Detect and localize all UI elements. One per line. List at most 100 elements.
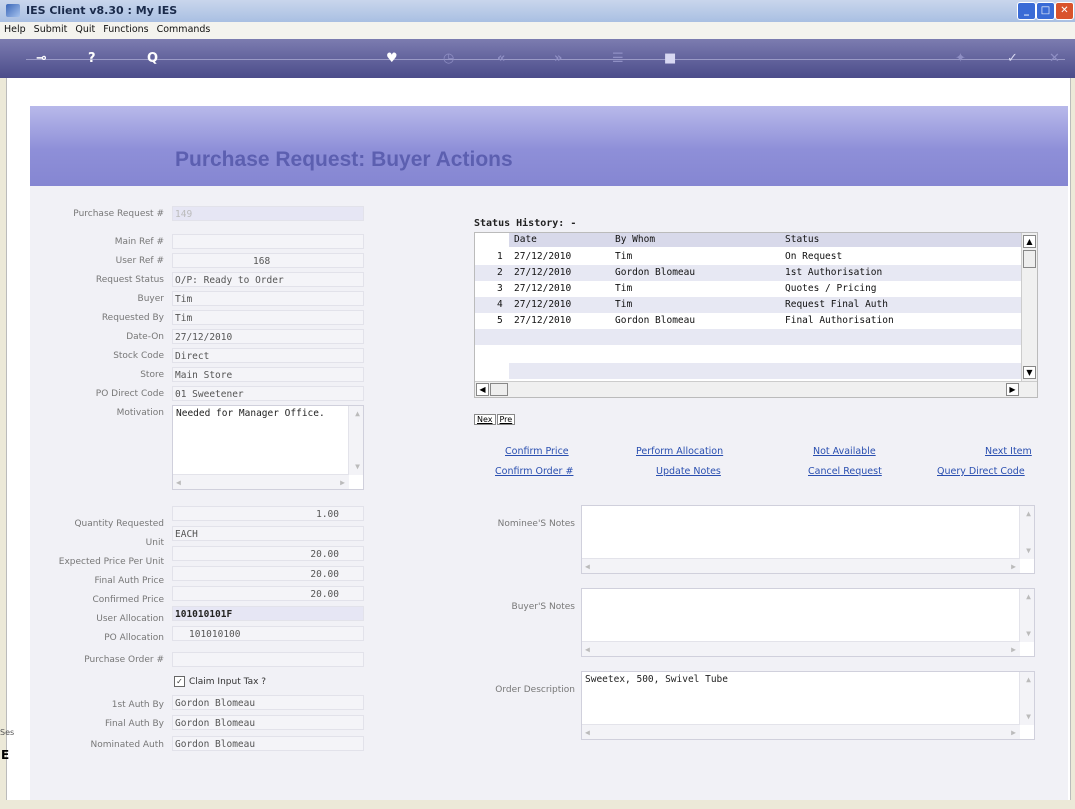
close-icon[interactable]: ✕ <box>1049 50 1060 68</box>
claim-input-tax-checkbox[interactable]: ✓ Claim Input Tax ? <box>174 676 266 687</box>
nominated-auth-field: Gordon Blomeau <box>172 736 364 751</box>
check-icon[interactable]: ✓ <box>1007 50 1018 68</box>
scroll-right-icon[interactable]: ▶ <box>1011 645 1016 654</box>
scroll-thumb[interactable] <box>1023 250 1036 268</box>
table-row[interactable]: 4 27/12/2010 Tim Request Final Auth <box>475 297 1021 313</box>
row-status: Quotes / Pricing <box>785 283 877 294</box>
scroll-right-icon[interactable]: ▶ <box>1011 728 1016 737</box>
menu-quit[interactable]: Quit <box>71 22 99 35</box>
table-row[interactable]: 3 27/12/2010 Tim Quotes / Pricing <box>475 281 1021 297</box>
confirm-order-link[interactable]: Confirm Order # <box>495 466 573 477</box>
po-direct-code-field: 01 Sweetener <box>172 386 364 401</box>
next-button[interactable]: Nex <box>474 414 496 425</box>
nominee-hscroll[interactable] <box>582 558 1020 573</box>
motivation-hscroll[interactable] <box>173 474 349 489</box>
cancel-request-link[interactable]: Cancel Request <box>808 466 882 477</box>
key-icon[interactable]: ⊸ <box>36 50 47 68</box>
grid-horizontal-scrollbar[interactable]: ◀ ▶ <box>475 381 1037 397</box>
heart-icon[interactable]: ♥ <box>386 50 398 68</box>
row-by: Tim <box>615 283 633 294</box>
label-nominated-auth: Nominated Auth <box>90 740 164 750</box>
scroll-down-icon[interactable]: ▼ <box>1023 366 1036 379</box>
menu-functions[interactable]: Functions <box>99 22 152 35</box>
user-allocation-field[interactable]: 101010101F <box>172 606 364 621</box>
col-by-whom: By Whom <box>615 234 656 245</box>
prev-button[interactable]: Pre <box>496 414 516 425</box>
requested-by-field: Tim <box>172 310 364 325</box>
order-description-textarea[interactable]: Sweetex, 500, Swivel Tube ▲ ▼ ◀ ▶ <box>581 671 1035 740</box>
buyer-notes-textarea[interactable]: ▲ ▼ ◀ ▶ <box>581 588 1035 657</box>
scroll-left-icon[interactable]: ◀ <box>585 562 590 571</box>
label-user-ref: User Ref # <box>115 256 164 266</box>
buyer-hscroll[interactable] <box>582 641 1020 656</box>
nominee-notes-textarea[interactable]: ▲ ▼ ◀ ▶ <box>581 505 1035 574</box>
request-status-field: O/P: Ready to Order <box>172 272 364 287</box>
scroll-up-icon[interactable]: ▲ <box>1023 235 1036 248</box>
rewind-icon[interactable]: « <box>497 50 505 68</box>
table-row[interactable]: 5 27/12/2010 Gordon Blomeau Final Author… <box>475 313 1021 329</box>
minimize-button[interactable]: _ <box>1017 2 1036 20</box>
scroll-right-icon[interactable]: ▶ <box>1011 562 1016 571</box>
scroll-down-icon[interactable]: ▼ <box>355 462 360 471</box>
scroll-left-icon[interactable]: ◀ <box>585 645 590 654</box>
page-title: Purchase Request: Buyer Actions <box>175 148 513 171</box>
menu-commands[interactable]: Commands <box>153 22 215 35</box>
scroll-thumb[interactable] <box>490 383 508 396</box>
table-row[interactable]: 1 27/12/2010 Tim On Request <box>475 249 1021 265</box>
row-by: Tim <box>615 299 633 310</box>
list-icon[interactable]: ☰ <box>612 50 624 68</box>
clock-icon[interactable]: ◷ <box>443 50 454 68</box>
user-ref-field[interactable]: 168 <box>172 253 364 268</box>
scroll-right-icon[interactable]: ▶ <box>340 478 345 487</box>
maximize-button[interactable]: □ <box>1036 2 1055 20</box>
next-item-link[interactable]: Next Item <box>985 446 1032 457</box>
query-direct-code-link[interactable]: Query Direct Code <box>937 466 1025 477</box>
row-by: Tim <box>615 251 633 262</box>
main-ref-field[interactable] <box>172 234 364 249</box>
label-order-description: Order Description <box>495 685 575 695</box>
scroll-up-icon[interactable]: ▲ <box>1026 675 1031 684</box>
row-number: 1 <box>497 251 503 262</box>
settings-icon[interactable]: ✦ <box>955 50 966 68</box>
scroll-up-icon[interactable]: ▲ <box>355 409 360 418</box>
scroll-up-icon[interactable]: ▲ <box>1026 509 1031 518</box>
label-motivation: Motivation <box>116 408 164 418</box>
forward-icon[interactable]: » <box>554 50 562 68</box>
final-auth-by-field: Gordon Blomeau <box>172 715 364 730</box>
scroll-left-icon[interactable]: ◀ <box>176 478 181 487</box>
menu-help[interactable]: Help <box>0 22 30 35</box>
toolbar-divider <box>26 59 1065 60</box>
motivation-textarea[interactable]: Needed for Manager Office. ▲ ▼ ◀ ▶ <box>172 405 364 490</box>
quantity-requested-field[interactable]: 1.00 <box>172 506 364 521</box>
purchase-order-field[interactable] <box>172 652 364 667</box>
table-row[interactable]: 2 27/12/2010 Gordon Blomeau 1st Authoris… <box>475 265 1021 281</box>
label-request-status: Request Status <box>95 275 164 285</box>
label-stock-code: Stock Code <box>113 351 164 361</box>
order-hscroll[interactable] <box>582 724 1020 739</box>
scroll-up-icon[interactable]: ▲ <box>1026 592 1031 601</box>
scroll-down-icon[interactable]: ▼ <box>1026 546 1031 555</box>
first-auth-by-field: Gordon Blomeau <box>172 695 364 710</box>
scroll-left-icon[interactable]: ◀ <box>476 383 489 396</box>
menu-submit[interactable]: Submit <box>30 22 72 35</box>
confirm-price-link[interactable]: Confirm Price <box>505 446 569 457</box>
grid-vertical-scrollbar[interactable]: ▲ ▼ <box>1021 233 1037 381</box>
search-icon[interactable]: Q <box>147 50 158 68</box>
close-button[interactable]: ✕ <box>1055 2 1074 20</box>
label-po-allocation: PO Allocation <box>104 633 164 643</box>
label-requested-by: Requested By <box>101 313 164 323</box>
table-row-empty <box>475 329 1021 345</box>
confirmed-price-field[interactable]: 20.00 <box>172 586 364 601</box>
scroll-left-icon[interactable]: ◀ <box>585 728 590 737</box>
scroll-down-icon[interactable]: ▼ <box>1026 629 1031 638</box>
scroll-down-icon[interactable]: ▼ <box>1026 712 1031 721</box>
help-icon[interactable]: ? <box>88 50 96 68</box>
square-icon[interactable]: ■ <box>664 50 676 68</box>
checkbox-check-icon[interactable]: ✓ <box>174 676 185 687</box>
scroll-right-icon[interactable]: ▶ <box>1006 383 1019 396</box>
buyer-field: Tim <box>172 291 364 306</box>
perform-allocation-link[interactable]: Perform Allocation <box>636 446 723 457</box>
update-notes-link[interactable]: Update Notes <box>656 466 721 477</box>
not-available-link[interactable]: Not Available <box>813 446 876 457</box>
label-purchase-order: Purchase Order # <box>84 655 164 665</box>
